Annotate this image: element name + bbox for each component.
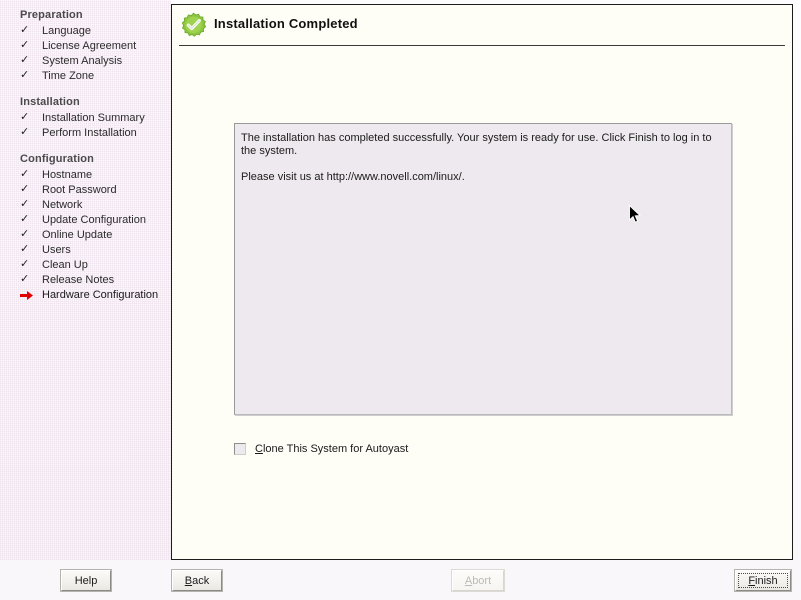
check-icon: ✓ <box>20 69 30 81</box>
check-icon: ✓ <box>20 273 30 285</box>
sidebar-step-label: System Analysis <box>42 54 123 67</box>
clone-system-checkbox-row[interactable]: Clone This System for Autoyast <box>234 439 408 459</box>
back-label-text: ack <box>192 574 210 587</box>
check-icon: ✓ <box>20 24 30 36</box>
sidebar-step-users: ✓ Users <box>0 242 171 257</box>
page-title: Installation Completed <box>214 16 358 31</box>
sidebar-step-label: Update Configuration <box>42 213 146 226</box>
check-icon: ✓ <box>20 183 30 195</box>
sidebar-step-online-update: ✓ Online Update <box>0 227 171 242</box>
info-paragraph-secondary: Please visit us at http://www.novell.com… <box>241 171 465 183</box>
red-arrow-icon <box>20 289 42 301</box>
back-label-mnemonic: B <box>184 574 193 587</box>
abort-button: Abort <box>452 570 504 591</box>
sidebar-step-license-agreement: ✓ License Agreement <box>0 38 171 53</box>
check-icon: ✓ <box>20 213 30 225</box>
sidebar-step-release-notes: ✓ Release Notes <box>0 272 171 287</box>
title-divider <box>179 45 785 46</box>
check-icon: ✓ <box>20 39 30 51</box>
sidebar-step-hardware-configuration: Hardware Configuration <box>0 287 171 302</box>
sidebar-step-label: Hostname <box>42 168 93 181</box>
check-icon: ✓ <box>20 258 30 270</box>
sidebar-step-hostname: ✓ Hostname <box>0 167 171 182</box>
sidebar-step-language: ✓ Language <box>0 23 171 38</box>
check-icon: ✓ <box>20 198 30 210</box>
help-button[interactable]: Help <box>61 570 111 591</box>
sidebar-step-label: Network <box>42 198 83 211</box>
sidebar-step-perform-installation: ✓ Perform Installation <box>0 125 171 140</box>
sidebar-step-label: Online Update <box>42 228 113 241</box>
check-icon: ✓ <box>20 228 30 240</box>
sidebar-step-label: Time Zone <box>42 69 95 82</box>
abort-label-text: bort <box>472 574 492 587</box>
check-icon: ✓ <box>20 111 30 123</box>
clone-system-checkbox[interactable] <box>234 443 246 455</box>
sidebar-step-root-password: ✓ Root Password <box>0 182 171 197</box>
sidebar-step-label: Users <box>42 243 71 256</box>
check-icon: ✓ <box>20 243 30 255</box>
finish-button-label: Finish <box>748 575 777 587</box>
section-title-preparation: Preparation <box>20 9 83 21</box>
panel-header: Installation Completed <box>172 5 792 46</box>
check-icon: ✓ <box>20 126 30 138</box>
sidebar-step-clean-up: ✓ Clean Up <box>0 257 171 272</box>
back-button-label: Back <box>185 575 209 587</box>
sidebar-step-time-zone: ✓ Time Zone <box>0 68 171 83</box>
sidebar-step-system-analysis: ✓ System Analysis <box>0 53 171 68</box>
sidebar-step-label: Release Notes <box>42 273 115 286</box>
green-check-badge-icon <box>180 12 207 39</box>
abort-button-label: Abort <box>465 575 491 587</box>
finish-button[interactable]: Finish <box>735 570 791 591</box>
dialog-button-bar: Help Back Abort Finish <box>0 560 801 600</box>
main-content-panel: Installation Completed The installation … <box>171 4 793 560</box>
clone-label-mnemonic: C <box>255 443 263 455</box>
sidebar-step-label: Perform Installation <box>42 126 137 139</box>
clone-label-text: lone This System for Autoyast <box>262 443 409 455</box>
clone-system-checkbox-label[interactable]: Clone This System for Autoyast <box>255 443 408 455</box>
sidebar-step-label: Installation Summary <box>42 111 145 124</box>
back-button[interactable]: Back <box>172 570 222 591</box>
section-title-configuration: Configuration <box>20 153 95 165</box>
installation-result-textbox: The installation has completed successfu… <box>234 123 732 415</box>
section-title-installation: Installation <box>20 96 80 108</box>
installation-steps-sidebar: Preparation ✓ Language ✓ License Agreeme… <box>0 0 171 560</box>
sidebar-step-label: License Agreement <box>42 39 137 52</box>
sidebar-step-label: Clean Up <box>42 258 88 271</box>
sidebar-step-label: Language <box>42 24 91 37</box>
sidebar-step-label: Root Password <box>42 183 117 196</box>
sidebar-step-installation-summary: ✓ Installation Summary <box>0 110 171 125</box>
sidebar-step-label: Hardware Configuration <box>42 288 159 301</box>
check-icon: ✓ <box>20 168 30 180</box>
help-button-label: Help <box>74 574 98 587</box>
finish-label-text: inish <box>755 574 778 587</box>
sidebar-step-update-configuration: ✓ Update Configuration <box>0 212 171 227</box>
info-paragraph-primary: The installation has completed successfu… <box>241 132 712 157</box>
yast-installer-window: Preparation ✓ Language ✓ License Agreeme… <box>0 0 801 600</box>
check-icon: ✓ <box>20 54 30 66</box>
sidebar-step-network: ✓ Network <box>0 197 171 212</box>
